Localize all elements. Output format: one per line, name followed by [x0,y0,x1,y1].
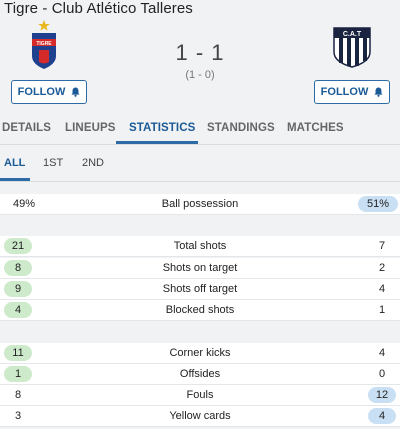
stat-row-shots-on-target: 8 Shots on target 2 [0,258,400,279]
match-tabs: DETAILS LINEUPS STATISTICS STANDINGS MAT… [0,115,400,145]
stat-away-value: 7 [378,240,386,252]
tab-statistics[interactable]: STATISTICS [129,122,195,134]
stat-away-value: 12 [368,387,396,403]
stat-away-value: 4 [368,408,396,424]
stat-away-value: 4 [378,347,386,359]
follow-home-label: FOLLOW [17,86,66,98]
stat-row-shots-off-target: 9 Shots off target 4 [0,279,400,300]
talleres-crest-text: C.A.T [343,31,362,38]
stat-away-value: 1 [378,304,386,316]
stat-away-value: 51% [358,196,398,212]
follow-away-button[interactable]: FOLLOW [314,80,390,104]
period-tabs: ALL 1ST 2ND [0,152,400,182]
stat-label: Ball possession [161,198,239,210]
stat-label: Fouls [186,389,214,401]
bell-icon [71,87,80,97]
stat-row-fouls: 8 Fouls 12 [0,385,400,406]
active-subtab-indicator [0,178,30,181]
follow-away-label: FOLLOW [320,86,369,98]
match-score: 1 - 1 [175,40,225,65]
subtab-2nd[interactable]: 2ND [82,157,104,169]
stat-row-blocked-shots: 4 Blocked shots 1 [0,300,400,321]
stat-row-total-shots: 21 Total shots 7 [0,236,400,257]
tab-details[interactable]: DETAILS [2,122,51,134]
stat-row-ball-possession: 49% Ball possession 51% [0,194,400,215]
subtab-all[interactable]: ALL [4,157,25,169]
stat-label: Shots off target [162,283,238,295]
stat-label: Shots on target [162,262,238,274]
follow-home-button[interactable]: FOLLOW [11,80,87,104]
tab-lineups[interactable]: LINEUPS [65,122,116,134]
stat-away-value: 4 [378,283,386,295]
stat-away-value: 2 [378,262,386,274]
stat-label: Corner kicks [169,347,231,359]
tab-standings[interactable]: STANDINGS [207,122,275,134]
stat-label: Offsides [179,368,221,380]
stat-away-value: 0 [378,368,386,380]
active-tab-indicator [116,141,198,144]
stat-label: Blocked shots [165,304,235,316]
stat-row-corner-kicks: 11 Corner kicks 4 [0,343,400,364]
match-title: Tigre - Club Atlético Talleres [4,0,193,17]
stat-row-yellow-cards: 3 Yellow cards 4 [0,406,400,427]
stat-label: Total shots [173,240,227,252]
stat-row-offsides: 1 Offsides 0 [0,364,400,385]
bell-icon [374,87,383,97]
tab-matches[interactable]: MATCHES [287,122,344,134]
stat-label: Yellow cards [169,410,231,422]
subtab-1st[interactable]: 1ST [43,157,63,169]
